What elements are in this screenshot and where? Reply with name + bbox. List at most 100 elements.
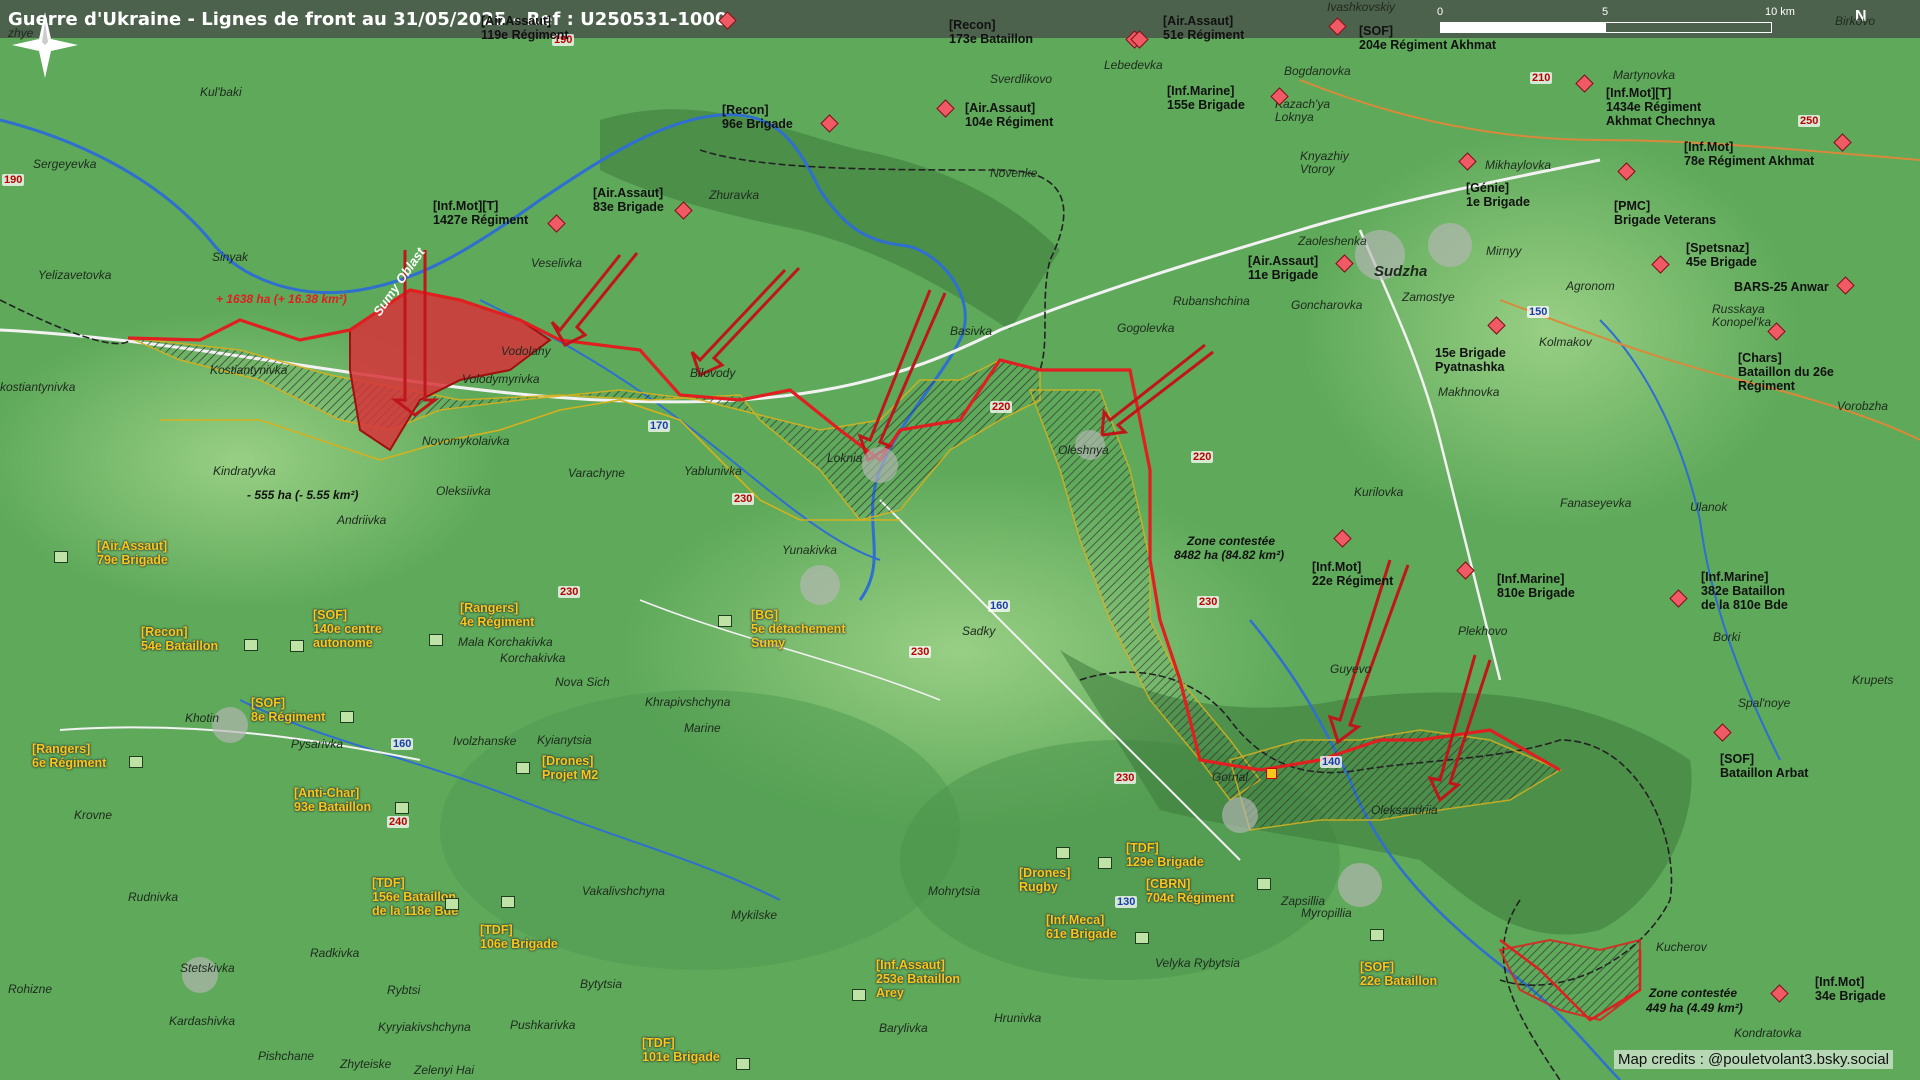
place-hrunivka: Hrunivka — [994, 1011, 1042, 1025]
place-makhnovka: Makhnovka — [1438, 385, 1500, 399]
place-andriivka: Andriivka — [337, 513, 387, 527]
place-loknia: Loknia — [827, 451, 863, 465]
ua-unit-label: [Air.Assaut] 79e Brigade — [97, 539, 168, 567]
place-pishchane: Pishchane — [258, 1049, 315, 1063]
place-mykilske: Mykilske — [731, 908, 778, 922]
place-sadky: Sadky — [962, 624, 996, 638]
place-kostiantynivka: Kostiantynivka — [210, 363, 288, 377]
map-title: Guerre d'Ukraine - Lignes de front au 31… — [8, 9, 728, 30]
place-agronom: Agronom — [1566, 279, 1615, 293]
ua-unit-label: [SOF] 8e Régiment — [251, 696, 326, 724]
ru-unit-label: [Inf.Marine] 155e Brigade — [1167, 84, 1245, 112]
place-kucherov: Kucherov — [1656, 940, 1707, 954]
place-bilovody: Bilovody — [690, 366, 736, 380]
ua-unit-symbol-icon[interactable] — [718, 615, 732, 627]
road-160-b: 160 — [391, 738, 414, 750]
place-rohizne: Rohizne — [8, 982, 53, 996]
ua-unit-label: [Drones] Projet M2 — [542, 754, 599, 782]
place-guyevo: Guyevo — [1330, 662, 1372, 676]
ru-unit-label: [Inf.Mot] 22e Régiment — [1312, 560, 1394, 588]
place-vodolahy: Vodolahy — [501, 344, 551, 358]
place-mirnyy: Mirnyy — [1486, 244, 1522, 258]
road-140: 140 — [1320, 756, 1343, 768]
ru-unit-label: [Air.Assaut] 51e Régiment — [1163, 14, 1245, 42]
town-sudzha[interactable]: Sudzha — [1374, 263, 1427, 280]
ua-unit-symbol-icon[interactable] — [1257, 878, 1271, 890]
terrain-layer — [0, 0, 1920, 1080]
place-kyianytsia: Kyianytsia — [537, 733, 592, 747]
ua-unit-symbol-icon[interactable] — [429, 634, 443, 646]
place-yunakivka: Yunakivka — [782, 543, 837, 557]
ua-unit-symbol-icon[interactable] — [516, 762, 530, 774]
place-nova-sich: Nova Sich — [555, 675, 610, 689]
zone-area-2: 449 ha (4.49 km²) — [1646, 1001, 1743, 1015]
place-ivolzhanske: Ivolzhanske — [453, 734, 517, 748]
road-230-e: 230 — [1114, 772, 1137, 784]
scale-end: 10 km — [1765, 6, 1795, 18]
place-mala-korchakivka: Mala Korchakivka — [458, 635, 553, 649]
ua-unit-label: [Anti-Char] 93e Bataillon — [294, 786, 372, 814]
ru-unit-label: BARS-25 Anwar — [1734, 280, 1829, 294]
ua-unit-symbol-icon[interactable] — [244, 639, 258, 651]
place-barylivka: Barylivka — [879, 1021, 928, 1035]
ua-unit-symbol-icon[interactable] — [445, 898, 459, 910]
ru-unit-label: [Spetsnaz] 45e Brigade — [1686, 241, 1757, 269]
place-mikhaylovka: Mikhaylovka — [1485, 158, 1552, 172]
place-pushkarivka: Pushkarivka — [510, 1018, 576, 1032]
road-150: 150 — [1527, 306, 1550, 318]
front-line-map[interactable]: Guerre d'Ukraine - Lignes de front au 31… — [0, 0, 1920, 1080]
place-kostiantynivka-2: kostiantynivka — [0, 380, 76, 394]
place-borki: Borki — [1713, 630, 1741, 644]
ua-unit-symbol-icon[interactable] — [852, 989, 866, 1001]
ua-unit-label: [Drones] Rugby — [1019, 866, 1071, 894]
place-oleksiivka: Oleksiivka — [436, 484, 491, 498]
place-vakalivshchyna: Vakalivshchyna — [582, 884, 665, 898]
place-radkivka: Radkivka — [310, 946, 360, 960]
ua-unit-symbol-icon[interactable] — [290, 640, 304, 652]
place-gornal: Gornal — [1212, 770, 1249, 784]
ua-unit-label: [TDF] 129e Brigade — [1126, 841, 1204, 869]
ua-unit-symbol-icon[interactable] — [340, 711, 354, 723]
ru-unit-label: [Air.Assaut] 104e Régiment — [965, 101, 1054, 129]
place-khrapivshchyna: Khrapivshchyna — [645, 695, 731, 709]
zone-title-1: Zone contestée — [1187, 534, 1276, 548]
place-rybtsi: Rybtsi — [387, 983, 421, 997]
place-zamostye: Zamostye — [1402, 290, 1455, 304]
place-plekhovo: Plekhovo — [1458, 624, 1508, 638]
ua-unit-symbol-icon[interactable] — [501, 896, 515, 908]
place-zelenyi-hai: Zelenyi Hai — [414, 1063, 475, 1077]
loss-annotation: - 555 ha (- 5.55 km²) — [247, 488, 359, 502]
ua-unit-symbol-icon[interactable] — [1370, 929, 1384, 941]
ru-unit-label: [Recon] 96e Brigade — [722, 103, 793, 131]
ua-unit-symbol-icon[interactable] — [1098, 857, 1112, 869]
zone-area-1: 8482 ha (84.82 km²) — [1174, 548, 1285, 562]
place-krovne: Krovne — [74, 808, 113, 822]
place-zaoleshenka: Zaoleshenka — [1298, 234, 1367, 248]
road-220-a: 220 — [990, 401, 1013, 413]
gornal-marker-icon[interactable] — [1266, 768, 1277, 779]
place-rubanshchina: Rubanshchina — [1173, 294, 1250, 308]
north-arrow-icon — [12, 12, 78, 78]
place-mohrytsia: Mohrytsia — [928, 884, 981, 898]
ua-unit-symbol-icon[interactable] — [736, 1058, 750, 1070]
road-230-a: 230 — [732, 493, 755, 505]
place-kindratyvka: Kindratyvka — [213, 464, 276, 478]
scale-zero: 0 — [1437, 6, 1444, 18]
place-goncharovka: Goncharovka — [1291, 298, 1363, 312]
road-190-b: 190 — [2, 174, 25, 186]
place-russkaya-konopelka: Russkaya Konopel'ka — [1712, 302, 1772, 329]
place-rudnivka: Rudnivka — [128, 890, 179, 904]
ua-unit-symbol-icon[interactable] — [1135, 932, 1149, 944]
ua-unit-label: [Inf.Meca] 61e Brigade — [1046, 913, 1117, 941]
road-230-b: 230 — [558, 586, 581, 598]
ua-unit-label: [TDF] 106e Brigade — [480, 923, 558, 951]
ru-unit-label: [SOF] Bataillon Arbat — [1720, 752, 1809, 780]
place-velyka-rybytsia: Velyka Rybytsia — [1155, 956, 1240, 970]
ua-unit-symbol-icon[interactable] — [395, 802, 409, 814]
gain-annotation: + 1638 ha (+ 16.38 km²) — [216, 292, 347, 306]
place-veselivka: Veselivka — [531, 256, 582, 270]
ua-unit-symbol-icon[interactable] — [129, 756, 143, 768]
ua-unit-symbol-icon[interactable] — [1056, 847, 1070, 859]
ua-unit-symbol-icon[interactable] — [54, 551, 68, 563]
ru-unit-label: [Air.Assaut] 11e Brigade — [1248, 254, 1319, 282]
